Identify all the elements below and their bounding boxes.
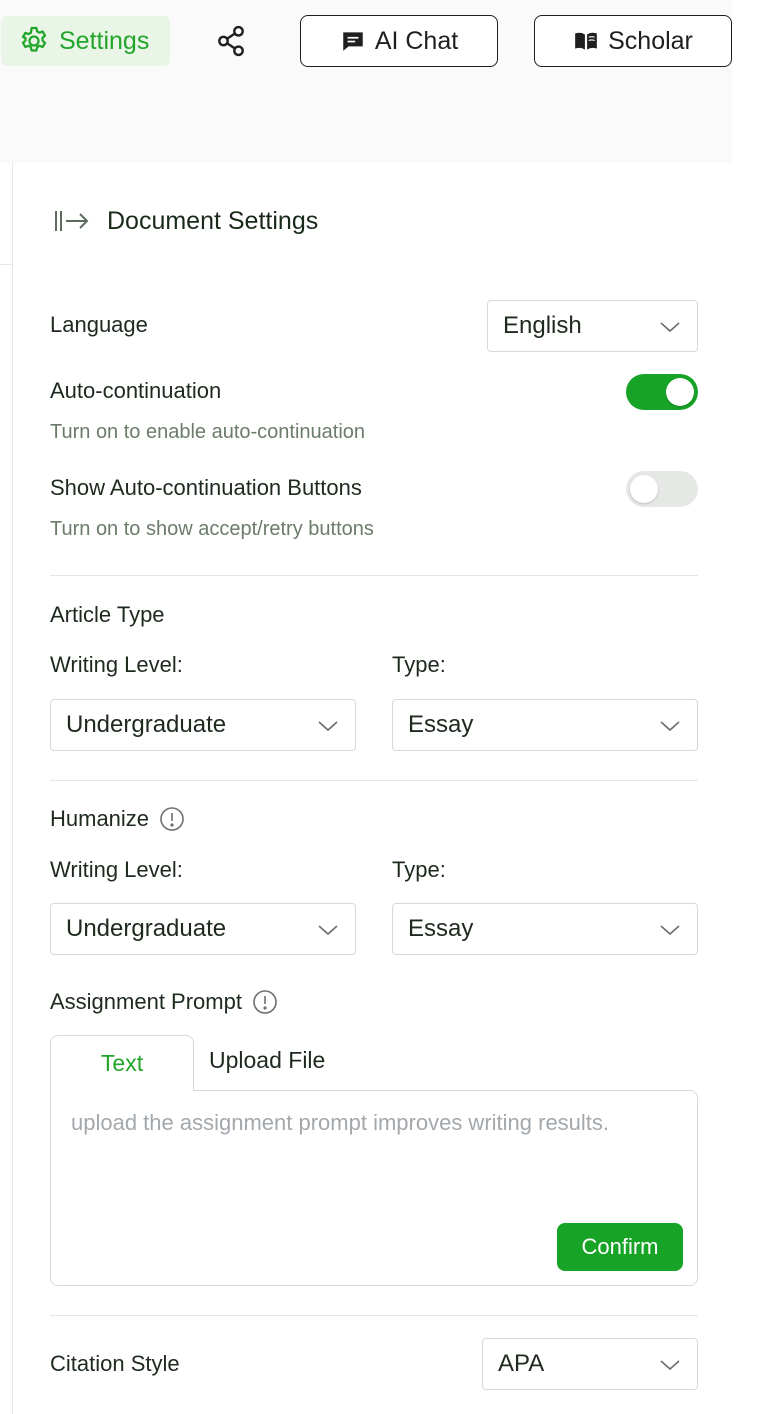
article-writing-level-label: Writing Level: bbox=[50, 652, 183, 677]
scholar-button-label: Scholar bbox=[608, 26, 693, 55]
auto-continuation-buttons-toggle[interactable] bbox=[626, 471, 698, 507]
tab-upload-file-label: Upload File bbox=[209, 1047, 326, 1073]
info-circle-icon[interactable] bbox=[252, 989, 278, 1015]
confirm-button[interactable]: Confirm bbox=[557, 1223, 683, 1271]
info-circle-icon[interactable] bbox=[159, 806, 185, 832]
auto-continuation-toggle[interactable] bbox=[626, 374, 698, 410]
chevron-down-icon bbox=[660, 1360, 680, 1371]
chevron-down-icon bbox=[318, 925, 338, 936]
settings-button[interactable]: Settings bbox=[1, 16, 170, 66]
open-book-icon bbox=[575, 32, 597, 50]
humanize-writing-level-label: Writing Level: bbox=[50, 857, 183, 882]
settings-button-label: Settings bbox=[59, 26, 150, 55]
chevron-down-icon bbox=[660, 721, 680, 732]
humanize-type-label: Type: bbox=[392, 857, 446, 882]
toggle-knob bbox=[666, 378, 694, 406]
language-select-value: English bbox=[503, 312, 582, 339]
panel-header: Document Settings bbox=[53, 201, 318, 241]
citation-style-select[interactable]: APA bbox=[482, 1338, 698, 1390]
article-type-select[interactable]: Essay bbox=[392, 699, 698, 751]
scholar-button[interactable]: Scholar bbox=[534, 15, 732, 67]
auto-continuation-buttons-hint: Turn on to show accept/retry buttons bbox=[50, 518, 374, 540]
assignment-prompt-heading: Assignment Prompt bbox=[50, 989, 242, 1014]
gear-icon bbox=[21, 26, 47, 52]
tab-upload-file[interactable]: Upload File bbox=[209, 1047, 325, 1074]
article-writing-level-value: Undergraduate bbox=[66, 711, 227, 738]
humanize-type-value: Essay bbox=[408, 915, 474, 942]
citation-style-value: APA bbox=[498, 1350, 545, 1377]
share-icon bbox=[218, 25, 244, 57]
panel-title: Document Settings bbox=[107, 206, 319, 235]
humanize-writing-level-select[interactable]: Undergraduate bbox=[50, 903, 356, 955]
auto-continuation-buttons-label: Show Auto-continuation Buttons bbox=[50, 475, 362, 500]
assignment-prompt-box: Confirm bbox=[50, 1090, 698, 1286]
humanize-type-select[interactable]: Essay bbox=[392, 903, 698, 955]
divider bbox=[0, 264, 12, 265]
share-button[interactable] bbox=[212, 22, 250, 60]
article-writing-level-select[interactable]: Undergraduate bbox=[50, 699, 356, 751]
humanize-heading-row: Humanize bbox=[50, 806, 185, 832]
tab-text-label: Text bbox=[100, 1050, 144, 1076]
chat-bubble-icon bbox=[343, 32, 363, 51]
language-select[interactable]: English bbox=[487, 300, 698, 352]
assignment-prompt-heading-row: Assignment Prompt bbox=[50, 989, 278, 1015]
right-gutter bbox=[732, 0, 768, 1414]
chevron-down-icon bbox=[660, 322, 680, 333]
auto-continuation-hint: Turn on to enable auto-continuation bbox=[50, 421, 366, 443]
language-label: Language bbox=[50, 312, 148, 337]
article-type-heading: Article Type bbox=[50, 602, 165, 627]
tab-text[interactable]: Text bbox=[50, 1035, 194, 1091]
divider bbox=[50, 575, 698, 576]
document-settings-panel: Document Settings Language English Auto-… bbox=[12, 163, 732, 1414]
divider bbox=[50, 1315, 698, 1316]
article-type-label: Type: bbox=[392, 652, 446, 677]
citation-style-label: Citation Style bbox=[50, 1351, 180, 1376]
assignment-prompt-input[interactable] bbox=[71, 1105, 671, 1215]
divider bbox=[50, 780, 698, 781]
auto-continuation-label: Auto-continuation bbox=[50, 378, 222, 403]
toggle-knob bbox=[630, 475, 658, 503]
chevron-down-icon bbox=[660, 925, 680, 936]
top-toolbar: Settings AI Chat Scholar bbox=[0, 0, 732, 163]
chevron-down-icon bbox=[318, 721, 338, 732]
humanize-heading: Humanize bbox=[50, 806, 150, 831]
article-type-value: Essay bbox=[408, 711, 474, 738]
humanize-writing-level-value: Undergraduate bbox=[66, 915, 227, 942]
ai-chat-button-label: AI Chat bbox=[374, 26, 459, 55]
ai-chat-button[interactable]: AI Chat bbox=[300, 15, 498, 67]
collapse-panel-icon[interactable] bbox=[53, 207, 91, 235]
